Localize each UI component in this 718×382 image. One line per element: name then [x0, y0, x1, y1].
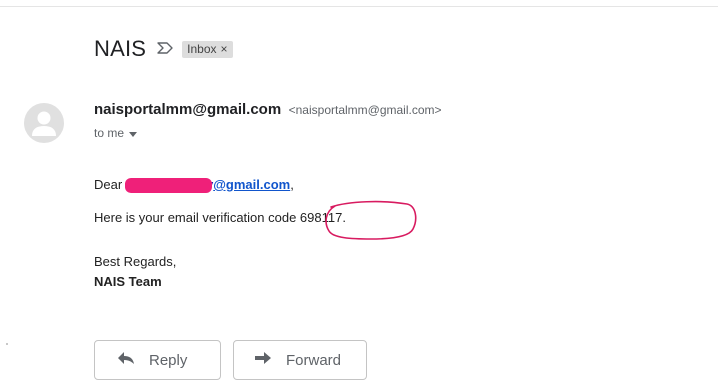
forward-label: Forward: [286, 351, 342, 369]
recipient-details-toggle[interactable]: to me: [94, 126, 138, 140]
greeting-suffix: ,: [290, 177, 294, 192]
reply-label: Reply: [149, 351, 188, 369]
reply-button[interactable]: Reply: [94, 340, 221, 380]
remove-label-button[interactable]: ×: [221, 42, 228, 56]
important-marker-icon[interactable]: [156, 41, 174, 60]
redaction-mark: [124, 178, 213, 193]
closing-text: Best Regards,: [94, 254, 177, 269]
verification-code-text: Here is your email verification code 698…: [94, 210, 346, 225]
divider-dot: [6, 343, 8, 345]
recipient-email-link[interactable]: @gmail.com: [213, 177, 290, 192]
sender-line: naisportalmm@gmail.com <naisportalmm@gma…: [94, 101, 442, 119]
inbox-label-chip: Inbox ×: [182, 40, 233, 58]
forward-button[interactable]: Forward: [233, 340, 367, 380]
forward-arrow-icon: [254, 351, 272, 369]
email-subject: NAIS: [94, 36, 147, 61]
sender-email-address: <naisportalmm@gmail.com>: [288, 103, 442, 117]
label-text: Inbox: [187, 41, 217, 56]
greeting-line: Dear shellythetracy@gmail.com,: [94, 177, 294, 193]
sender-name[interactable]: naisportalmm@gmail.com: [94, 101, 281, 118]
signature-text: NAIS Team: [94, 274, 162, 289]
reply-arrow-icon: [117, 351, 135, 369]
top-divider: [0, 6, 718, 7]
sender-avatar[interactable]: [24, 103, 64, 143]
recipient-text: to me: [94, 126, 125, 140]
chevron-down-icon[interactable]: [129, 126, 138, 140]
subject-row: NAIS Inbox ×: [94, 34, 233, 64]
greeting-prefix: Dear: [94, 177, 126, 192]
person-icon: [32, 111, 56, 136]
redacted-email-name: shellythetracy: [124, 177, 213, 193]
